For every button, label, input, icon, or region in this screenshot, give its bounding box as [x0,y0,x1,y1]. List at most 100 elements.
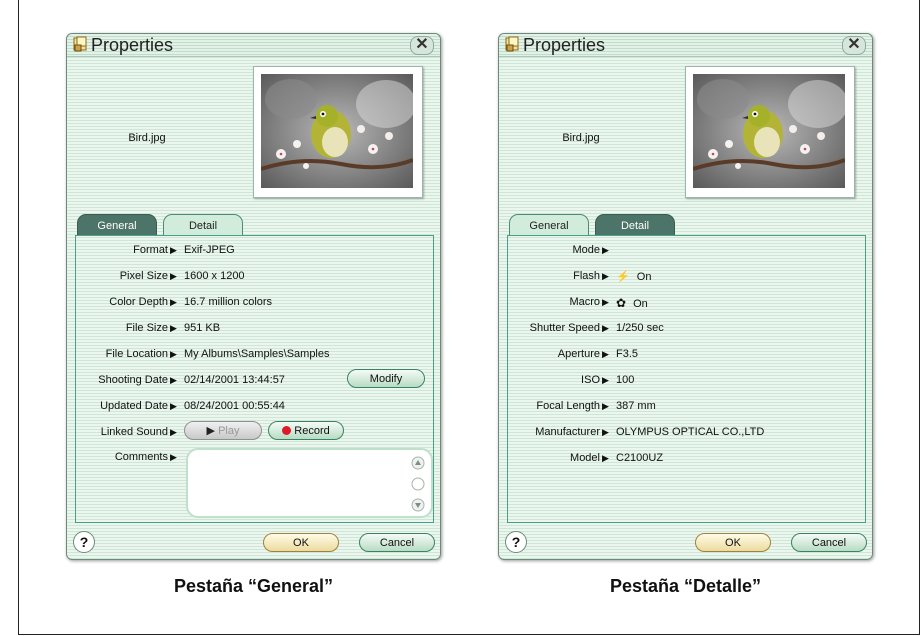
caption-detail: Pestaña “Detalle” [609,576,762,596]
row-value: ⚡ On [616,270,651,283]
flash-value: On [636,271,652,283]
row-label: Manufacturer [535,426,600,438]
modify-button[interactable]: Modify [347,369,425,388]
record-button[interactable]: Record [268,421,344,440]
photo-thumbnail [253,66,423,198]
arrow-right-icon: ▶ [602,297,609,307]
row-model: Model ▶ C2100UZ [508,452,865,468]
properties-dialog-detail: Properties ✕ Bird.jpg General Detail Mod… [498,33,873,560]
arrow-right-icon: ▶ [170,375,177,385]
close-button[interactable]: ✕ [842,36,866,55]
title-bar[interactable]: Properties ✕ [67,34,440,57]
row-label: Linked Sound [100,426,168,438]
row-value: 08/24/2001 00:55:44 [184,400,285,412]
arrow-right-icon: ▶ [170,271,177,281]
row-label: Color Depth [109,296,168,308]
row-value: 951 KB [184,322,221,334]
row-label: Model [570,452,600,464]
row-file-location: File Location ▶ My Albums\Samples\Sample… [76,348,433,364]
arrow-right-icon: ▶ [170,297,177,307]
arrow-right-icon: ▶ [170,349,177,359]
arrow-right-icon: ▶ [602,453,609,463]
row-pixel-size: Pixel Size ▶ 1600 x 1200 [76,270,433,286]
row-label: Comments [114,451,168,463]
row-label: Focal Length [536,400,600,412]
arrow-right-icon: ▶ [602,375,609,385]
general-panel: Format ▶ Exif-JPEG Pixel Size ▶ 1600 x 1… [75,235,434,523]
file-name: Bird.jpg [128,132,166,144]
tab-detail[interactable]: Detail [163,214,243,236]
tab-general[interactable]: General [509,214,589,236]
detail-panel: Mode ▶ Flash ▶ ⚡ On Macro ▶ ✿ On Shutter… [507,235,866,523]
row-mode: Mode ▶ [508,244,865,260]
dialog-title: Properties [91,35,174,55]
row-focal-length: Focal Length ▶ 387 mm [508,400,865,416]
row-label: ISO [581,374,600,386]
row-label: Format [133,244,168,256]
play-icon: ▶ [206,425,215,437]
row-aperture: Aperture ▶ F3.5 [508,348,865,364]
arrow-right-icon: ▶ [602,323,609,333]
arrow-right-icon: ▶ [602,349,609,359]
row-value: 1600 x 1200 [184,270,245,282]
play-label: Play [218,425,240,437]
record-label: Record [294,425,330,437]
row-value: 02/14/2001 13:44:57 [184,374,285,386]
row-label: Pixel Size [119,270,168,282]
row-label: Aperture [557,348,600,360]
comments-textarea[interactable] [186,448,433,518]
arrow-right-icon: ▶ [602,401,609,411]
arrow-right-icon: ▶ [170,452,177,462]
arrow-right-icon: ▶ [602,245,609,255]
row-label: Macro [569,296,600,308]
dialog-title: Properties [523,35,606,55]
row-label: Flash [573,270,600,282]
row-value: 16.7 million colors [184,296,273,308]
arrow-right-icon: ▶ [170,245,177,255]
arrow-right-icon: ▶ [602,427,609,437]
row-value: OLYMPUS OPTICAL CO.,LTD [616,426,765,438]
tab-detail[interactable]: Detail [595,214,675,236]
row-value: Exif-JPEG [184,244,235,256]
arrow-right-icon: ▶ [170,427,177,437]
play-button[interactable]: ▶ Play [184,421,262,440]
row-iso: ISO ▶ 100 [508,374,865,390]
row-value: 387 mm [616,400,656,412]
ok-button[interactable]: OK [263,533,339,552]
flash-icon: ⚡ [616,271,630,283]
row-label: Mode [572,244,600,256]
row-label: Shooting Date [98,374,168,386]
tab-general[interactable]: General [77,214,157,236]
row-label: Updated Date [100,400,168,412]
cancel-button[interactable]: Cancel [791,533,867,552]
row-value: 1/250 sec [616,322,664,334]
row-updated-date: Updated Date ▶ 08/24/2001 00:55:44 [76,400,433,416]
arrow-right-icon: ▶ [170,401,177,411]
row-format: Format ▶ Exif-JPEG [76,244,433,260]
row-value: F3.5 [616,348,639,360]
row-macro: Macro ▶ ✿ On [508,296,865,312]
help-button[interactable]: ? [505,531,527,553]
row-value: C2100UZ [616,452,664,464]
properties-dialog-general: Properties ✕ Bird.jpg General Detail For… [66,33,441,560]
row-value: 100 [616,374,635,386]
row-manufacturer: Manufacturer ▶ OLYMPUS OPTICAL CO.,LTD [508,426,865,442]
help-button[interactable]: ? [73,531,95,553]
properties-icon [505,36,519,52]
comments-scrollbar[interactable] [411,456,425,512]
photo-thumbnail [685,66,855,198]
macro-value: On [633,298,648,310]
title-bar[interactable]: Properties ✕ [499,34,872,57]
record-dot-icon [282,426,292,435]
arrow-right-icon: ▶ [170,323,177,333]
row-value: My Albums\Samples\Samples [184,348,330,360]
row-color-depth: Color Depth ▶ 16.7 million colors [76,296,433,312]
row-label: File Location [105,348,168,360]
caption-general: Pestaña “General” [173,576,334,596]
properties-icon [73,36,87,52]
ok-button[interactable]: OK [695,533,771,552]
macro-flower-icon: ✿ [616,296,627,310]
cancel-button[interactable]: Cancel [359,533,435,552]
close-button[interactable]: ✕ [410,36,434,55]
row-file-size: File Size ▶ 951 KB [76,322,433,338]
